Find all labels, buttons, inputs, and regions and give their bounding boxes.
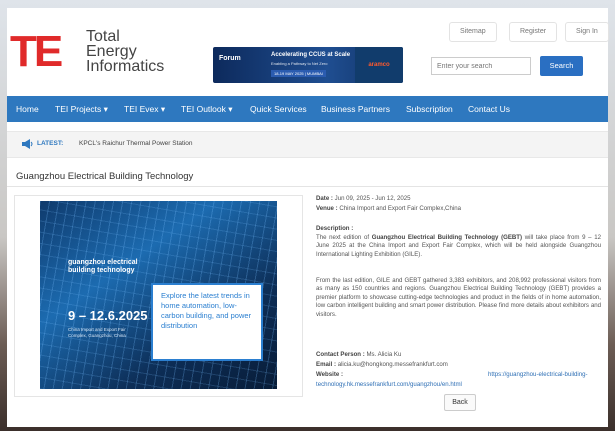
search-input[interactable]: [431, 57, 531, 75]
register-link[interactable]: Register: [509, 22, 558, 42]
description-label: Description :: [316, 225, 353, 233]
back-button[interactable]: Back: [444, 394, 476, 411]
description-heading: Description :: [316, 225, 354, 232]
poster-brand-line-1: guangzhou electrical: [68, 259, 138, 266]
divider: [7, 186, 608, 187]
poster-brand-line-2: building technology: [68, 267, 135, 274]
caret-down-icon: ▾: [158, 104, 166, 114]
nav-tei-outlook[interactable]: TEI Outlook ▾: [181, 96, 233, 122]
nav-subscription[interactable]: Subscription: [406, 96, 453, 122]
banner-forum-label: Forum: [219, 55, 241, 62]
poster-brand: guangzhou electrical building technology: [68, 259, 138, 275]
nav-home[interactable]: Home: [16, 96, 39, 122]
poster-venue: China Import and Export Fair Complex, Gu…: [68, 327, 126, 338]
email-value[interactable]: alicia.ku@hongkong.messefrankfurt.com: [338, 361, 448, 368]
date-label: Date :: [316, 195, 333, 202]
nav-quick-services[interactable]: Quick Services: [250, 96, 307, 122]
description-paragraph-1: The next edition of Guangzhou Electrical…: [316, 234, 601, 259]
logo-line-3: Informatics: [86, 58, 165, 75]
main-nav: Home TEI Projects ▾ TEI Evex ▾ TEI Outlo…: [7, 96, 608, 122]
search-button[interactable]: Search: [540, 56, 583, 76]
caret-down-icon: ▾: [225, 104, 233, 114]
event-poster-frame: guangzhou electrical building technology…: [14, 195, 303, 397]
website-row: Website : https://guangzhou-electrical-b…: [316, 371, 601, 379]
email-label: Email :: [316, 361, 336, 368]
page-title: Guangzhou Electrical Building Technology: [16, 171, 194, 182]
banner-sponsor-logo: aramco: [355, 47, 403, 83]
banner-date: 18-19 MAY 2025 | MUMBAI: [271, 70, 326, 77]
website-link-part-2[interactable]: technology.hk.messefrankfurt.com/guangzh…: [316, 381, 462, 389]
logo-mark: TE: [10, 27, 63, 76]
nav-tei-evex[interactable]: TEI Evex ▾: [124, 96, 165, 122]
megaphone-icon: [22, 139, 33, 149]
latest-ticker: LATEST: KPCL's Raichur Thermal Power Sta…: [7, 131, 608, 158]
website-label: Website :: [316, 371, 343, 378]
venue-row: Venue : China Import and Export Fair Com…: [316, 205, 461, 213]
website-link-part-1[interactable]: https://guangzhou-electrical-building-: [488, 371, 588, 379]
poster-promo-box: Explore the latest trends in home automa…: [151, 283, 263, 361]
nav-business-partners[interactable]: Business Partners: [321, 96, 390, 122]
poster-dates: 9 – 12.6.2025: [68, 308, 148, 323]
contact-label: Contact Person :: [316, 351, 365, 358]
nav-tei-projects-label: TEI Projects: [55, 104, 102, 114]
nav-tei-outlook-label: TEI Outlook: [181, 104, 226, 114]
banner-subtitle: Enabling a Pathway to Net Zero: [271, 61, 328, 66]
contact-value: Ms. Alicia Ku: [366, 351, 402, 358]
forum-banner-ad[interactable]: Forum Accelerating CCUS at Scale Enablin…: [213, 47, 403, 83]
nav-tei-projects[interactable]: TEI Projects ▾: [55, 96, 108, 122]
contact-row: Contact Person : Ms. Alicia Ku: [316, 351, 401, 359]
tei-logo[interactable]: TE Total Energy Informatics: [10, 29, 170, 75]
latest-news-link[interactable]: KPCL's Raichur Thermal Power Station: [79, 140, 192, 147]
description-1-bold: Guangzhou Electrical Building Technology…: [371, 234, 523, 241]
logo-line-1: Total: [86, 28, 120, 45]
date-row: Date : Jun 09, 2025 - Jun 12, 2025: [316, 195, 411, 203]
banner-title: Accelerating CCUS at Scale: [271, 52, 351, 58]
caret-down-icon: ▾: [101, 104, 108, 114]
logo-line-2: Energy: [86, 43, 137, 60]
email-row: Email : alicia.ku@hongkong.messefrankfur…: [316, 361, 448, 369]
description-1-prefix: The next edition of: [316, 234, 372, 241]
venue-value: China Import and Export Fair Complex,Chi…: [339, 205, 461, 212]
event-poster-image: guangzhou electrical building technology…: [40, 201, 277, 389]
nav-tei-evex-label: TEI Evex: [124, 104, 159, 114]
sign-in-link[interactable]: Sign In: [565, 22, 609, 42]
nav-contact-us[interactable]: Contact Us: [468, 96, 510, 122]
description-paragraph-2: From the last edition, GILE and GEBT gat…: [316, 277, 601, 318]
venue-label: Venue :: [316, 205, 338, 212]
date-value: Jun 09, 2025 - Jun 12, 2025: [334, 195, 411, 202]
sitemap-link[interactable]: Sitemap: [449, 22, 497, 42]
latest-label: LATEST:: [37, 140, 64, 147]
logo-text: Total Energy Informatics: [86, 28, 165, 75]
